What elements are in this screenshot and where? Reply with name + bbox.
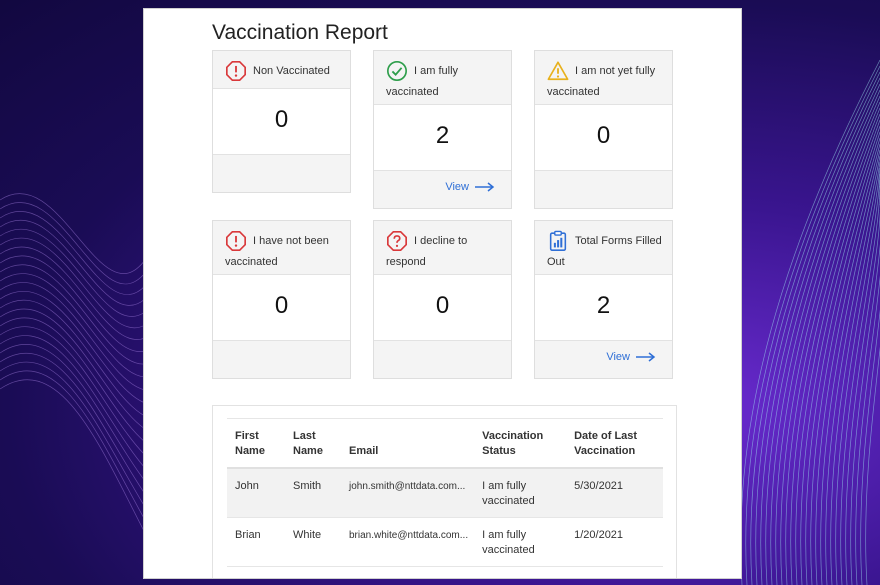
view-link[interactable]: View (445, 181, 495, 193)
alert-octagon-icon (225, 230, 247, 252)
column-header-last-name[interactable]: Last Name (285, 418, 341, 469)
card-footer: View (535, 341, 672, 378)
cell-email: brian.white@nttdata.com... (341, 517, 475, 567)
card-value: 2 (535, 275, 672, 341)
card-decline-to-respond: I decline to respond 0 (373, 220, 512, 379)
warning-triangle-icon (547, 60, 569, 82)
check-circle-icon (386, 60, 408, 82)
card-fully-vaccinated: I am fully vaccinated 2 View (373, 50, 512, 209)
cell-email: john.smith@nttdata.com... (341, 468, 475, 518)
alert-octagon-icon (225, 60, 247, 82)
vaccination-table: First Name Last Name Email Vaccination S… (227, 418, 663, 567)
cell-first-name: Brian (227, 517, 285, 567)
clipboard-chart-icon (547, 230, 569, 252)
card-header: I am not yet fully vaccinated (535, 51, 672, 105)
card-header: Total Forms Filled Out (535, 221, 672, 275)
view-link-label: View (445, 181, 469, 193)
cell-vaccination-status: I am fully vaccinated (474, 517, 567, 567)
cell-date: 5/30/2021 (566, 468, 663, 518)
cell-vaccination-status: I am fully vaccinated (474, 468, 567, 518)
column-header-email[interactable]: Email (341, 418, 475, 469)
page-title: Vaccination Report (212, 21, 388, 44)
card-footer: View (374, 171, 511, 208)
column-header-first-name[interactable]: First Name (227, 418, 285, 469)
cell-date: 1/20/2021 (566, 517, 663, 567)
vaccination-table-container: First Name Last Name Email Vaccination S… (212, 405, 677, 578)
card-footer (374, 341, 511, 378)
arrow-right-icon (475, 182, 495, 192)
column-header-date-of-last-vaccination[interactable]: Date of Last Vaccination (566, 418, 663, 469)
table-row[interactable]: John Smith john.smith@nttdata.com... I a… (227, 468, 663, 518)
card-not-fully-vaccinated: I am not yet fully vaccinated 0 (534, 50, 673, 209)
card-value: 0 (535, 105, 672, 171)
cell-last-name: White (285, 517, 341, 567)
card-header: I decline to respond (374, 221, 511, 275)
report-panel: Vaccination Report Non Vaccinated 0 I am… (143, 8, 742, 579)
table-row[interactable]: Brian White brian.white@nttdata.com... I… (227, 517, 663, 567)
card-value: 2 (374, 105, 511, 171)
column-header-vaccination-status[interactable]: Vaccination Status (474, 418, 567, 469)
view-link[interactable]: View (606, 351, 656, 363)
card-footer (213, 341, 350, 378)
view-link-label: View (606, 351, 630, 363)
arrow-right-icon (636, 352, 656, 362)
card-total-forms: Total Forms Filled Out 2 View (534, 220, 673, 379)
question-octagon-icon (386, 230, 408, 252)
card-value: 0 (374, 275, 511, 341)
card-non-vaccinated: Non Vaccinated 0 (212, 50, 351, 193)
card-footer (213, 155, 350, 192)
cell-last-name: Smith (285, 468, 341, 518)
table-header-row: First Name Last Name Email Vaccination S… (227, 418, 663, 469)
card-header: I have not been vaccinated (213, 221, 350, 275)
card-value: 0 (213, 275, 350, 341)
card-header: I am fully vaccinated (374, 51, 511, 105)
cell-first-name: John (227, 468, 285, 518)
card-label: Non Vaccinated (253, 64, 330, 77)
card-footer (535, 171, 672, 208)
card-not-vaccinated: I have not been vaccinated 0 (212, 220, 351, 379)
card-value: 0 (213, 89, 350, 155)
card-header: Non Vaccinated (213, 51, 350, 89)
